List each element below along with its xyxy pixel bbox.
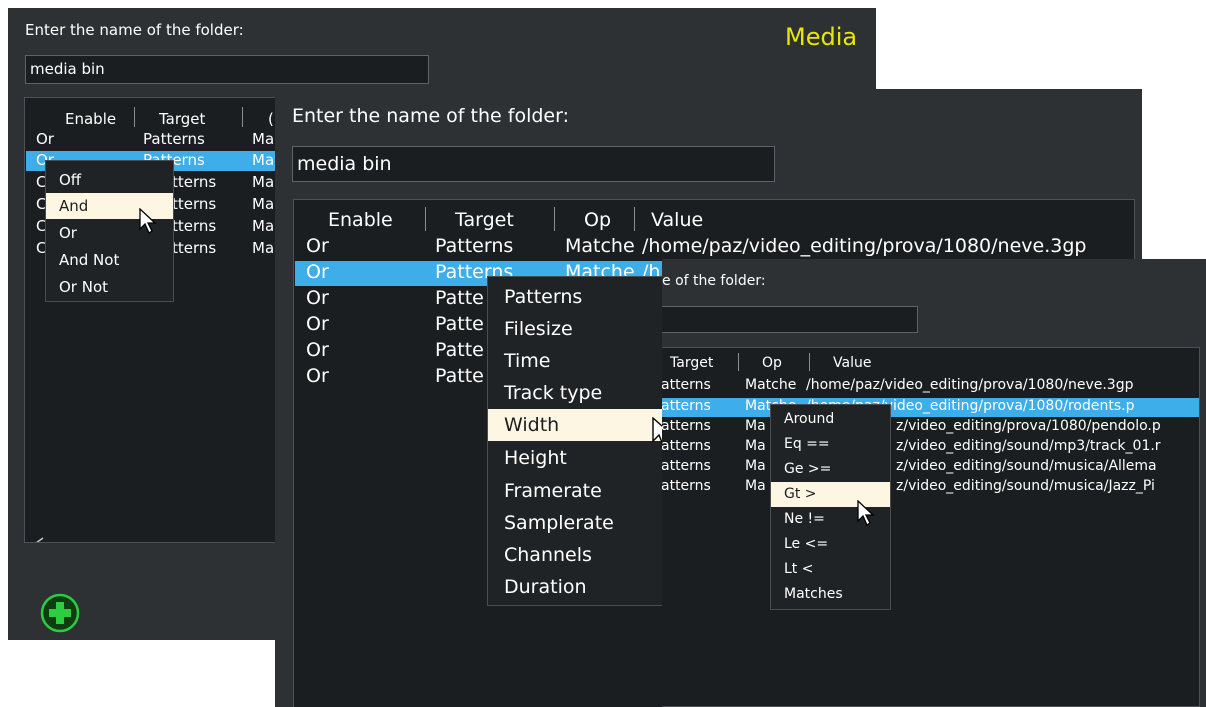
menu-item-framerate[interactable]: Framerate xyxy=(488,475,662,507)
menu-item-around[interactable]: Around xyxy=(771,407,890,432)
table-row[interactable]: atterns Ma z/video_editing/sound/musica/… xyxy=(662,478,1199,497)
table-row[interactable]: atterns Ma z/video_editing/sound/musica/… xyxy=(662,458,1199,477)
cell-target: Patte xyxy=(435,339,484,361)
cell-enable: Or xyxy=(306,235,329,257)
cell-enable: Or xyxy=(306,261,329,283)
cell-target: atterns xyxy=(662,458,711,474)
folder-name-input[interactable] xyxy=(662,306,918,333)
cell-value: z/video_editing/prova/1080/pendolo.p xyxy=(896,418,1161,434)
cell-enable: Or xyxy=(306,313,329,335)
table-row[interactable]: atterns Matche /home/paz/video_editing/p… xyxy=(662,398,1199,417)
add-circle-icon xyxy=(40,593,80,633)
menu-item-eq[interactable]: Eq == xyxy=(771,432,890,457)
cell-value: z/video_editing/sound/musica/Jazz_Pi xyxy=(896,478,1155,494)
cell-op: Ma xyxy=(745,478,766,494)
folder-name-prompt: e of the folder: xyxy=(662,273,766,289)
folder-name-prompt: Enter the name of the folder: xyxy=(292,105,569,127)
cell-target: Patterns xyxy=(435,235,514,257)
cell-op: Ma xyxy=(252,151,275,169)
menu-item-or-not[interactable]: Or Not xyxy=(46,274,173,300)
folder-dialog-front: e of the folder: Target Op Value atterns… xyxy=(662,259,1206,707)
menu-item-lt[interactable]: Lt < xyxy=(771,557,890,582)
folder-name-input[interactable]: media bin xyxy=(25,55,429,84)
cell-enable: Or xyxy=(306,365,329,387)
table-row[interactable]: atterns Ma z/video_editing/prova/1080/pe… xyxy=(662,418,1199,437)
cell-value: /home/paz/video_editing/prova/1080/neve.… xyxy=(642,235,1087,257)
cell-target: atterns xyxy=(662,377,711,393)
menu-item-height[interactable]: Height xyxy=(488,442,662,474)
mouse-pointer-icon xyxy=(857,500,875,526)
menu-item-le[interactable]: Le <= xyxy=(771,532,890,557)
cell-op: Ma xyxy=(252,217,275,235)
cell-target: tterns xyxy=(172,173,217,191)
header-op[interactable]: Op xyxy=(762,355,782,371)
menu-item-track-type[interactable]: Track type xyxy=(488,377,662,409)
menu-item-matches[interactable]: Matches xyxy=(771,582,890,607)
cell-op: Ma xyxy=(252,195,275,213)
menu-item-filesize[interactable]: Filesize xyxy=(488,313,662,345)
header-value[interactable]: Value xyxy=(833,355,871,371)
cell-op: Matche xyxy=(745,377,797,393)
cell-target: Patte xyxy=(435,287,484,309)
table-row[interactable]: Or Patterns Ma xyxy=(25,130,287,150)
menu-item-time[interactable]: Time xyxy=(488,345,662,377)
menu-item-duration[interactable]: Duration xyxy=(488,571,662,603)
cell-target: atterns xyxy=(662,398,711,414)
table-row[interactable]: atterns Ma z/video_editing/sound/mp3/tra… xyxy=(662,438,1199,457)
cell-op: Ma xyxy=(252,239,275,257)
cell-target: tterns xyxy=(172,239,217,257)
cell-op: Ma xyxy=(252,130,275,148)
header-target[interactable]: Target xyxy=(455,209,514,231)
cell-value: z/video_editing/sound/musica/Allema xyxy=(896,458,1157,474)
cell-value: z/video_editing/sound/mp3/track_01.r xyxy=(896,438,1161,454)
mouse-pointer-icon xyxy=(139,208,157,234)
header-op[interactable]: ( xyxy=(268,110,274,128)
menu-item-ge[interactable]: Ge >= xyxy=(771,457,890,482)
header-target[interactable]: Target xyxy=(159,110,205,128)
menu-item-width[interactable]: Width xyxy=(488,409,662,441)
scrollbar-handle[interactable] xyxy=(49,542,284,543)
cell-enable: Or xyxy=(306,287,329,309)
cell-op: Matche xyxy=(565,235,635,257)
target-menu: Patterns Filesize Time Track type Width … xyxy=(487,276,663,606)
cell-enable: Or xyxy=(306,339,329,361)
header-enable[interactable]: Enable xyxy=(65,110,116,128)
cell-target: atterns xyxy=(662,478,711,494)
cell-op: Ma xyxy=(252,173,275,191)
cell-op: Ma xyxy=(745,418,766,434)
dialog-title: Media xyxy=(785,23,858,51)
cell-target: atterns xyxy=(662,418,711,434)
cell-target: atterns xyxy=(662,438,711,454)
menu-item-patterns[interactable]: Patterns xyxy=(488,281,662,313)
cell-target: tterns xyxy=(172,217,217,235)
header-op[interactable]: Op xyxy=(584,209,611,231)
cell-value: /home/paz/video_editing/prova/1080/neve.… xyxy=(806,377,1134,393)
header-target[interactable]: Target xyxy=(670,355,713,371)
cell-target: Patte xyxy=(435,313,484,335)
header-value[interactable]: Value xyxy=(651,209,703,231)
menu-item-samplerate[interactable]: Samplerate xyxy=(488,507,662,539)
menu-item-off[interactable]: Off xyxy=(46,167,173,193)
cell-target: Patterns xyxy=(143,130,205,148)
folder-name-prompt: Enter the name of the folder: xyxy=(25,21,244,39)
header-enable[interactable]: Enable xyxy=(328,209,393,231)
scroll-left-icon[interactable] xyxy=(31,536,51,543)
table-row[interactable]: Or Patterns Matche /home/paz/video_editi… xyxy=(294,235,1134,260)
cell-target: Patte xyxy=(435,365,484,387)
rules-table: Target Op Value atterns Matche /home/paz… xyxy=(662,347,1200,707)
cell-op: Ma xyxy=(745,458,766,474)
cell-target: tterns xyxy=(172,195,217,213)
cell-op: Ma xyxy=(745,438,766,454)
table-row[interactable]: atterns Matche /home/paz/video_editing/p… xyxy=(662,377,1199,396)
menu-item-and-not[interactable]: And Not xyxy=(46,247,173,273)
folder-name-input[interactable]: media bin xyxy=(292,146,775,182)
menu-item-channels[interactable]: Channels xyxy=(488,539,662,571)
horizontal-scrollbar[interactable] xyxy=(29,536,284,543)
add-rule-button[interactable] xyxy=(38,593,82,633)
cell-enable: Or xyxy=(36,130,54,148)
